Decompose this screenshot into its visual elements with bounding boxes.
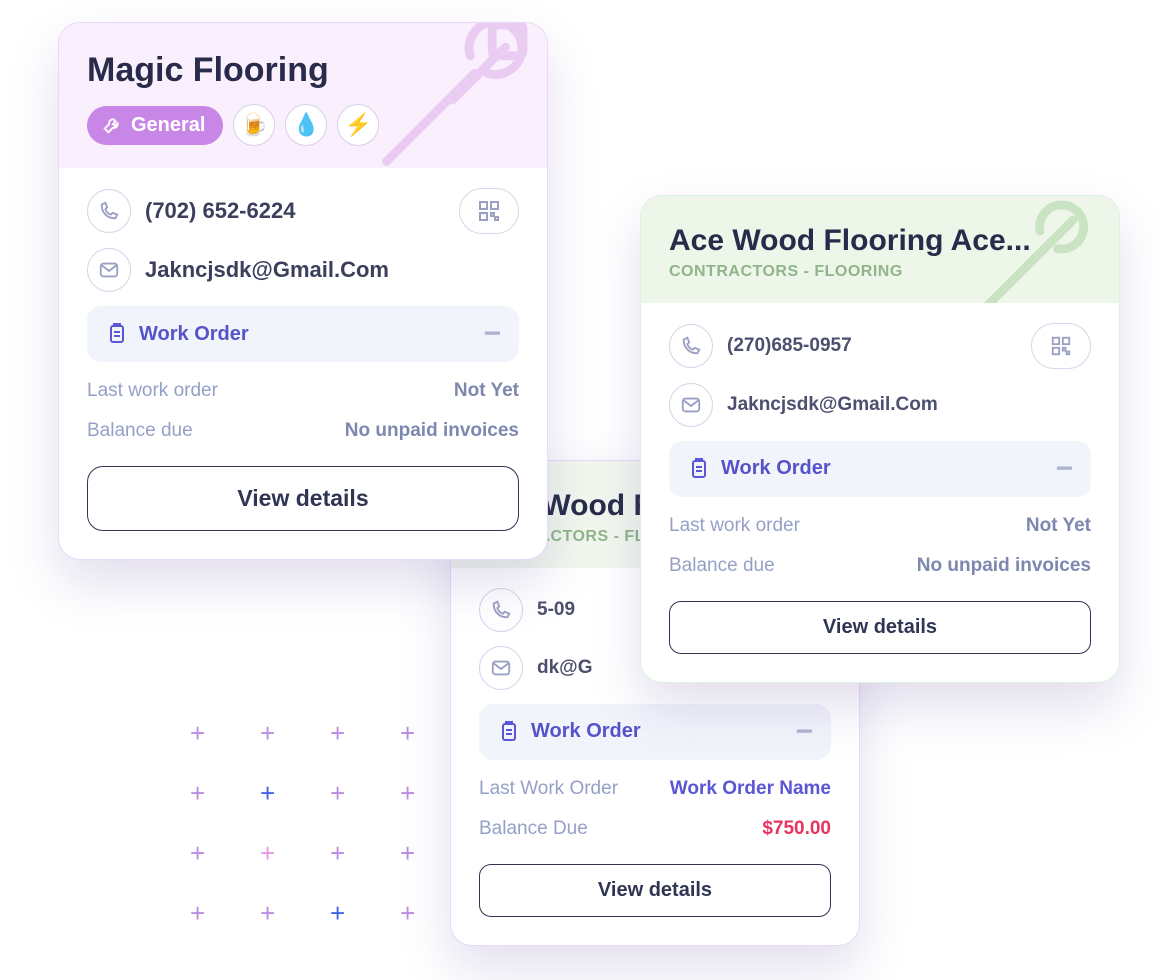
decorative-plus-grid: ++++++++++++++++ [190,720,470,960]
vendor-card-purple: Magic Flooring General 🍺 💧 ⚡ (702) 652-6… [58,22,548,560]
last-order-value[interactable]: Work Order Name [670,778,831,800]
vendor-name: Magic Flooring [87,51,519,90]
balance-label: Balance due [669,555,775,577]
email-value: Jakncjsdk@Gmail.Com [145,257,519,283]
phone-icon [87,189,131,233]
view-details-button[interactable]: View details [87,466,519,531]
beer-icon[interactable]: 🍺 [233,104,275,146]
collapse-icon: − [1055,463,1073,475]
clipboard-icon [497,720,521,744]
vendor-card-green: Ace Wood Flooring Ace... CONTRACTORS - F… [640,195,1120,683]
last-order-label: Last work order [87,380,218,402]
phone-icon [669,324,713,368]
phone-value: (702) 652-6224 [145,198,445,224]
qr-button[interactable] [459,188,519,234]
email-icon [479,646,523,690]
view-details-button[interactable]: View details [479,864,831,917]
tools-deco-icon [347,23,547,168]
last-order-label: Last work order [669,515,800,537]
collapse-icon: − [795,726,813,738]
work-order-toggle[interactable]: Work Order − [479,704,831,760]
bolt-icon[interactable]: ⚡ [337,104,379,146]
vendor-subtitle: CONTRACTORS - FLOORING [669,263,1091,281]
category-tag-general[interactable]: General [87,106,223,145]
category-tag-label: General [131,114,205,137]
work-order-label: Work Order [531,720,641,743]
tools-icon [101,114,123,136]
phone-icon [479,588,523,632]
work-order-toggle[interactable]: Work Order − [669,441,1091,497]
clipboard-icon [105,322,129,346]
qr-icon [1050,335,1072,357]
view-details-button[interactable]: View details [669,601,1091,654]
last-order-label: Last Work Order [479,778,618,800]
vendor-name: Ace Wood Flooring Ace... [669,224,1091,259]
qr-icon [477,199,501,223]
balance-value: No unpaid invoices [917,555,1091,577]
last-order-value: Not Yet [454,380,519,402]
last-order-value: Not Yet [1026,515,1091,537]
email-icon [87,248,131,292]
work-order-toggle[interactable]: Work Order − [87,306,519,362]
balance-value: No unpaid invoices [345,420,519,442]
phone-value: (270)685-0957 [727,335,1017,357]
balance-value: $750.00 [762,818,831,840]
clipboard-icon [687,457,711,481]
email-icon [669,383,713,427]
balance-label: Balance due [87,420,193,442]
qr-button[interactable] [1031,323,1091,369]
balance-label: Balance Due [479,818,588,840]
water-icon[interactable]: 💧 [285,104,327,146]
work-order-label: Work Order [721,457,831,480]
work-order-label: Work Order [139,323,249,346]
collapse-icon: − [483,328,501,340]
tag-row: General 🍺 💧 ⚡ [87,104,519,146]
email-value: Jakncjsdk@Gmail.Com [727,394,1091,416]
